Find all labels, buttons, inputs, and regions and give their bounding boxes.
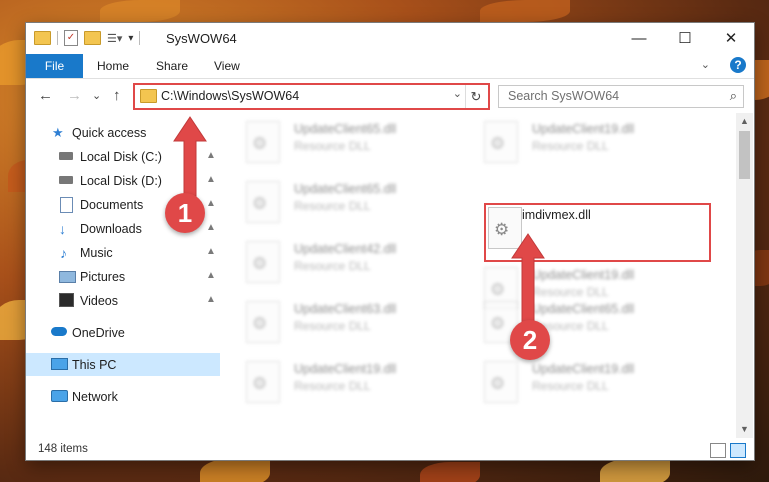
arrow-to-file [511,233,545,323]
step-2-badge: 2 [510,320,550,360]
arrow-to-address-bar [173,116,207,197]
step-1-badge: 1 [165,193,205,233]
annotation-arrows [173,116,545,323]
